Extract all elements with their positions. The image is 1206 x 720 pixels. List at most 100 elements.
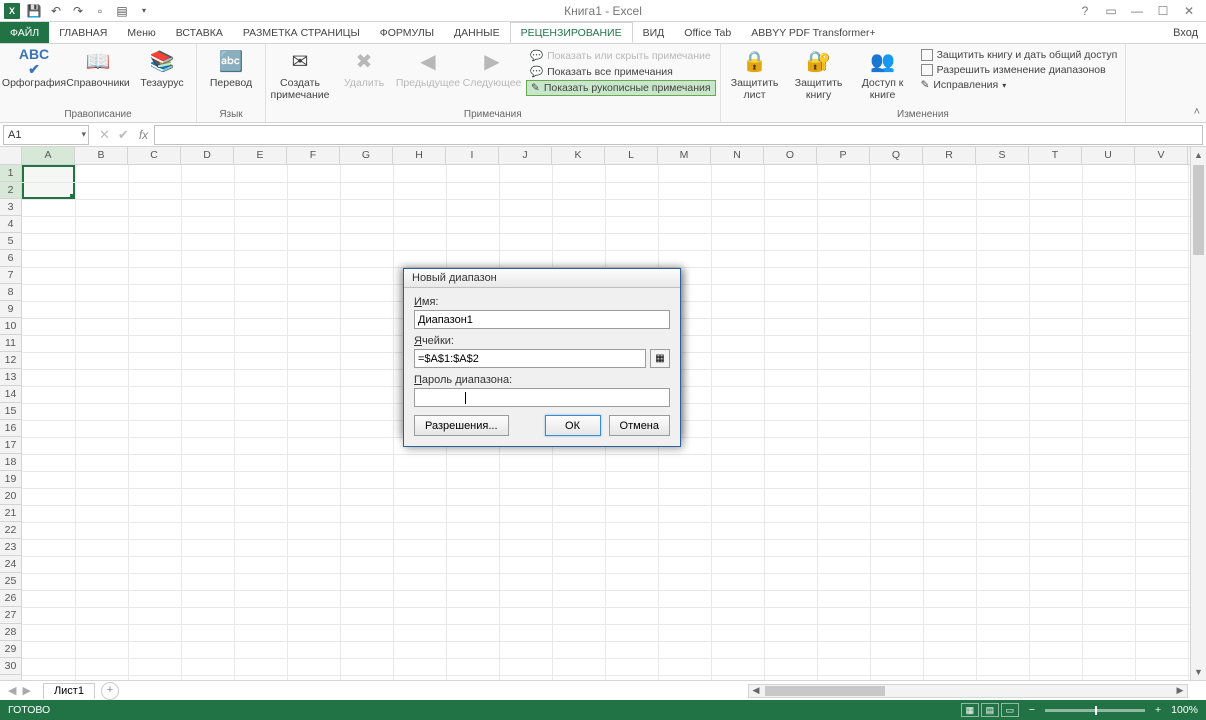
new-file-icon[interactable]: ▫	[92, 3, 108, 19]
zoom-slider[interactable]	[1045, 709, 1145, 712]
name-box-dropdown-icon[interactable]: ▾	[81, 129, 86, 140]
collapse-ribbon-icon[interactable]: ˄	[1194, 106, 1200, 118]
scroll-left-icon[interactable]: ◀	[749, 685, 763, 696]
formula-input[interactable]	[154, 125, 1203, 145]
vscroll-thumb[interactable]	[1193, 165, 1204, 255]
row-header[interactable]: 7	[0, 267, 21, 284]
view-page-layout-icon[interactable]: ▤	[981, 703, 999, 717]
row-header[interactable]: 23	[0, 539, 21, 556]
tab-page-layout[interactable]: РАЗМЕТКА СТРАНИЦЫ	[233, 22, 370, 43]
column-header[interactable]: K	[552, 147, 605, 164]
undo-icon[interactable]: ↶	[48, 3, 64, 19]
zoom-in-icon[interactable]: +	[1155, 704, 1161, 716]
row-header[interactable]: 29	[0, 641, 21, 658]
view-page-break-icon[interactable]: ▭	[1001, 703, 1019, 717]
thesaurus-button[interactable]: 📚 Тезаурус	[132, 46, 192, 90]
row-header[interactable]: 11	[0, 335, 21, 352]
row-header[interactable]: 8	[0, 284, 21, 301]
row-header[interactable]: 16	[0, 420, 21, 437]
tab-home[interactable]: ГЛАВНАЯ	[49, 22, 117, 43]
range-password-input[interactable]	[414, 388, 670, 407]
row-header[interactable]: 15	[0, 403, 21, 420]
protect-share-button[interactable]: Защитить книгу и дать общий доступ	[917, 48, 1122, 62]
row-header[interactable]: 26	[0, 590, 21, 607]
column-header[interactable]: H	[393, 147, 446, 164]
scroll-up-icon[interactable]: ▲	[1191, 147, 1206, 163]
hscroll-thumb[interactable]	[765, 686, 885, 696]
column-header[interactable]: S	[976, 147, 1029, 164]
select-all-corner[interactable]	[0, 147, 22, 164]
row-header[interactable]: 24	[0, 556, 21, 573]
sheet-nav-prev-icon[interactable]: ◀	[8, 684, 16, 697]
allow-edit-ranges-button[interactable]: Разрешить изменение диапазонов	[917, 63, 1122, 77]
row-header[interactable]: 30	[0, 658, 21, 675]
row-header[interactable]: 1	[0, 165, 21, 182]
zoom-out-icon[interactable]: −	[1029, 704, 1035, 716]
column-header[interactable]: C	[128, 147, 181, 164]
sheet-nav-next-icon[interactable]: ▶	[22, 684, 30, 697]
tab-file[interactable]: ФАЙЛ	[0, 22, 49, 43]
row-header[interactable]: 17	[0, 437, 21, 454]
new-comment-button[interactable]: ✉ Создать примечание	[270, 46, 330, 101]
row-header[interactable]: 20	[0, 488, 21, 505]
tab-abbyy[interactable]: ABBYY PDF Transformer+	[741, 22, 885, 43]
column-header[interactable]: O	[764, 147, 817, 164]
protect-book-button[interactable]: 🔐 Защитить книгу	[789, 46, 849, 101]
column-header[interactable]: F	[287, 147, 340, 164]
vertical-scrollbar[interactable]: ▲ ▼	[1190, 147, 1206, 680]
save-icon[interactable]: 💾	[26, 3, 42, 19]
row-header[interactable]: 10	[0, 318, 21, 335]
close-button[interactable]: ✕	[1182, 4, 1196, 18]
row-header[interactable]: 19	[0, 471, 21, 488]
column-header[interactable]: I	[446, 147, 499, 164]
row-header[interactable]: 5	[0, 233, 21, 250]
row-header[interactable]: 2	[0, 182, 21, 199]
row-header[interactable]: 6	[0, 250, 21, 267]
sign-in-link[interactable]: Вход	[1165, 22, 1206, 43]
add-sheet-button[interactable]: +	[101, 682, 119, 700]
share-book-button[interactable]: 👥 Доступ к книге	[853, 46, 913, 101]
row-header[interactable]: 4	[0, 216, 21, 233]
column-header[interactable]: L	[605, 147, 658, 164]
fx-icon[interactable]: fx	[139, 128, 154, 142]
show-all-comments-button[interactable]: 💬 Показать все примечания	[526, 64, 716, 79]
column-header[interactable]: R	[923, 147, 976, 164]
column-header[interactable]: U	[1082, 147, 1135, 164]
row-header[interactable]: 3	[0, 199, 21, 216]
protect-sheet-button[interactable]: 🔒 Защитить лист	[725, 46, 785, 101]
minimize-button[interactable]: —	[1130, 4, 1144, 18]
range-selector-button[interactable]: ▦	[650, 349, 670, 368]
tab-data[interactable]: ДАННЫЕ	[444, 22, 510, 43]
help-button[interactable]: ?	[1078, 4, 1092, 18]
row-header[interactable]: 13	[0, 369, 21, 386]
tab-insert[interactable]: ВСТАВКА	[166, 22, 233, 43]
tab-office-tab[interactable]: Office Tab	[674, 22, 741, 43]
column-header[interactable]: T	[1029, 147, 1082, 164]
column-header[interactable]: A	[22, 147, 75, 164]
column-header[interactable]: E	[234, 147, 287, 164]
column-header[interactable]: J	[499, 147, 552, 164]
range-cells-input[interactable]	[414, 349, 646, 368]
track-changes-button[interactable]: ✎ Исправления ▾	[917, 78, 1122, 92]
scroll-right-icon[interactable]: ▶	[1173, 685, 1187, 696]
tab-formulas[interactable]: ФОРМУЛЫ	[370, 22, 444, 43]
qat-dropdown-icon[interactable]: ▾	[136, 3, 152, 19]
research-button[interactable]: 📖 Справочники	[68, 46, 128, 90]
maximize-button[interactable]: ☐	[1156, 4, 1170, 18]
ok-button[interactable]: ОК	[545, 415, 601, 436]
cancel-button[interactable]: Отмена	[609, 415, 670, 436]
column-header[interactable]: M	[658, 147, 711, 164]
row-header[interactable]: 27	[0, 607, 21, 624]
range-name-input[interactable]	[414, 310, 670, 329]
row-header[interactable]: 18	[0, 454, 21, 471]
row-header[interactable]: 12	[0, 352, 21, 369]
row-header[interactable]: 22	[0, 522, 21, 539]
view-normal-icon[interactable]: ▦	[961, 703, 979, 717]
row-header[interactable]: 14	[0, 386, 21, 403]
scroll-down-icon[interactable]: ▼	[1191, 664, 1206, 680]
redo-icon[interactable]: ↷	[70, 3, 86, 19]
row-header[interactable]: 28	[0, 624, 21, 641]
tab-menu[interactable]: Меню	[117, 22, 165, 43]
show-ink-button[interactable]: ✎ Показать рукописные примечания	[526, 80, 716, 96]
column-header[interactable]: G	[340, 147, 393, 164]
